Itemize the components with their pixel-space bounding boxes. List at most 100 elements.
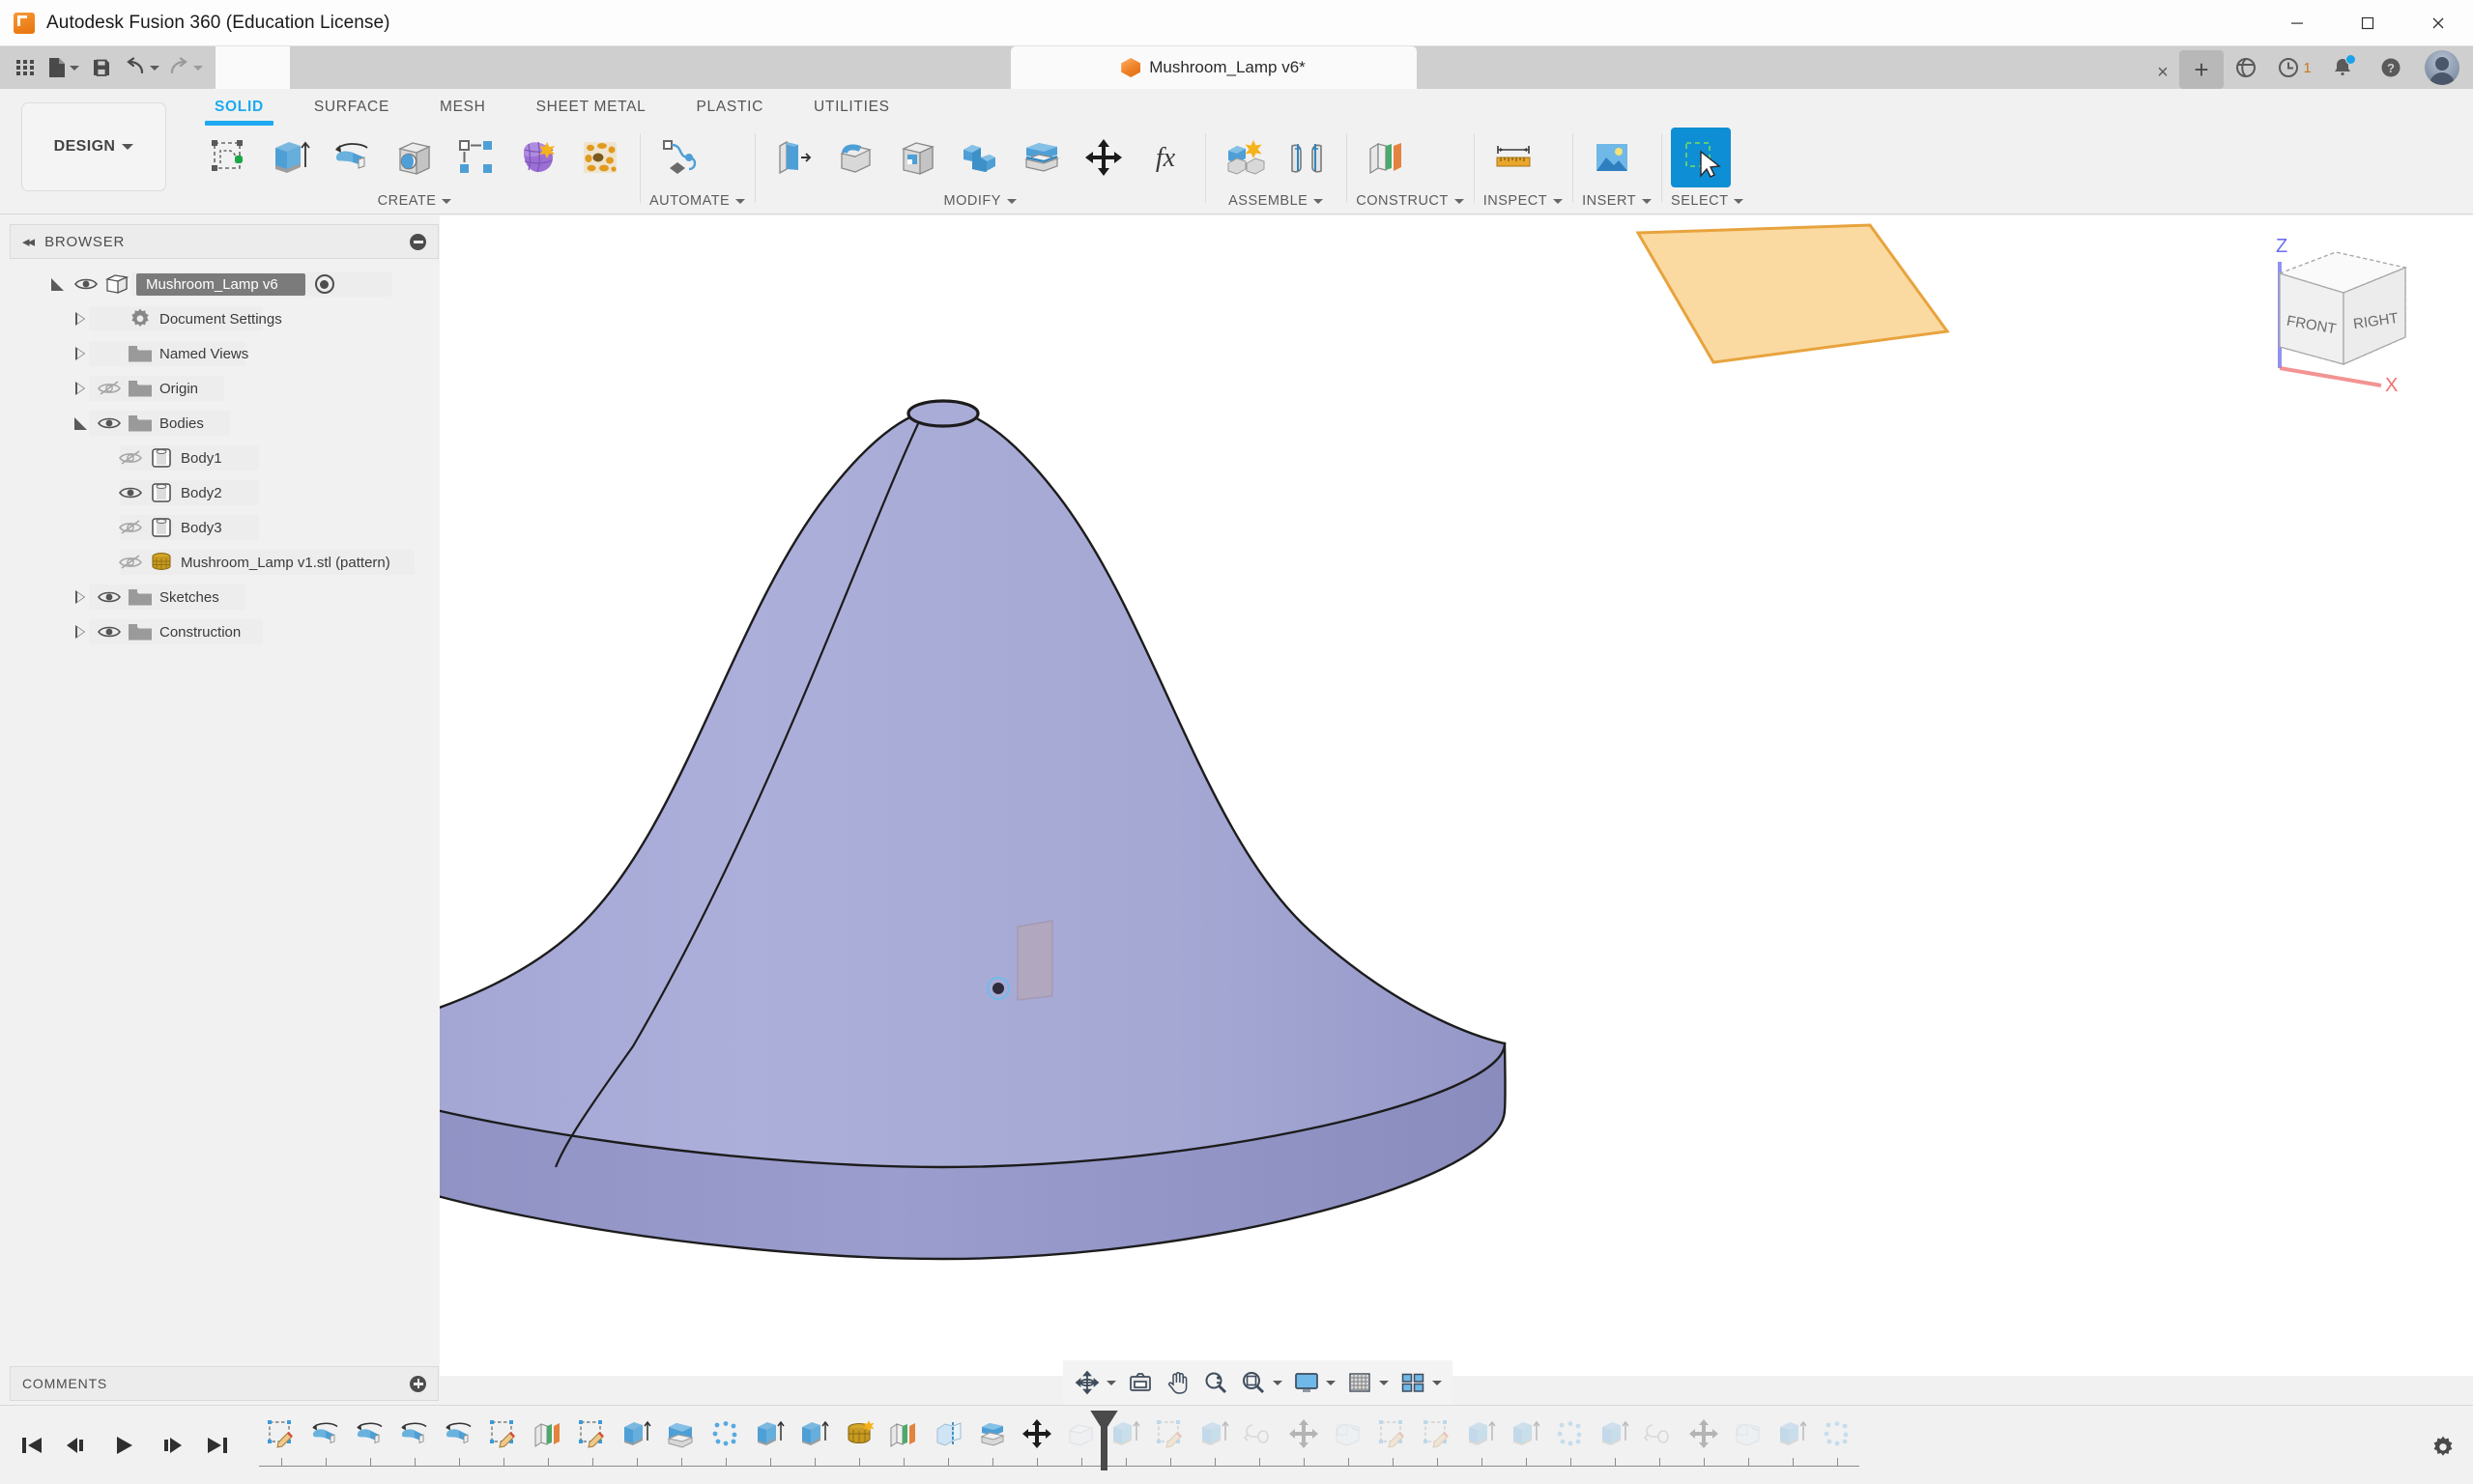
tab-close-button[interactable]: × [2146,56,2179,89]
workspace-selector[interactable]: DESIGN [21,102,166,191]
timeline-feature[interactable] [392,1411,437,1463]
job-status-icon[interactable]: 1 [2272,48,2316,87]
go-to-beginning-button[interactable] [14,1424,50,1467]
ribbon-group-create-label[interactable]: CREATE [199,189,630,213]
visibility-eye-hidden-icon[interactable] [93,371,126,406]
zoom-button[interactable] [1197,1363,1234,1402]
timeline-feature[interactable] [881,1411,926,1463]
document-tab[interactable]: Mushroom_Lamp v6* [1011,46,1417,89]
timeline-feature[interactable] [1637,1411,1682,1463]
extensions-icon[interactable] [2224,48,2268,87]
timeline-feature[interactable] [1415,1411,1459,1463]
expander-closed-icon[interactable] [68,614,93,649]
collapse-panel-icon[interactable]: ◂◂ [22,233,33,250]
comments-panel[interactable]: COMMENTS [10,1366,439,1401]
tab-surface[interactable]: SURFACE [289,89,415,126]
automate-icon[interactable] [649,128,709,187]
tab-mesh[interactable]: MESH [415,89,511,126]
timeline-feature[interactable] [437,1411,481,1463]
expander-closed-icon[interactable] [68,336,93,371]
timeline-feature[interactable] [837,1411,881,1463]
timeline-feature[interactable] [659,1411,704,1463]
extrude-icon[interactable] [261,128,321,187]
timeline-feature[interactable] [748,1411,792,1463]
account-avatar[interactable] [2425,50,2459,85]
browser-minimize-icon[interactable] [410,234,426,250]
play-button[interactable] [106,1424,143,1467]
add-comment-icon[interactable] [410,1376,426,1392]
tree-item-body1[interactable]: Body1 [10,441,439,475]
hole-icon[interactable] [385,128,445,187]
measure-icon[interactable] [1483,128,1543,187]
timeline-feature[interactable] [1815,1411,1859,1463]
visibility-eye-icon[interactable] [93,406,126,441]
timeline-feature[interactable] [303,1411,348,1463]
visibility-eye-icon[interactable] [93,614,126,649]
timeline-feature[interactable] [1237,1411,1281,1463]
ribbon-group-insert-label[interactable]: INSERT [1582,189,1652,213]
timeline-feature[interactable] [348,1411,392,1463]
select-cursor-icon[interactable] [1671,128,1731,187]
timeline-feature[interactable] [526,1411,570,1463]
app-grid-button[interactable] [8,50,43,85]
timeline-feature[interactable] [1326,1411,1370,1463]
combine-icon[interactable] [950,128,1010,187]
timeline-feature[interactable] [615,1411,659,1463]
new-tab-button[interactable]: + [2179,50,2224,89]
ribbon-group-select-label[interactable]: SELECT [1671,189,1743,213]
insert-image-icon[interactable] [1582,128,1642,187]
3d-viewport[interactable]: Z X FRONT RIGHT [440,215,2473,1376]
file-button[interactable] [44,50,82,85]
tab-solid[interactable]: SOLID [189,89,289,126]
ribbon-group-modify-label[interactable]: MODIFY [764,189,1195,213]
form-icon[interactable] [508,128,568,187]
fit-button[interactable] [1235,1363,1287,1402]
revolve-icon[interactable] [323,128,383,187]
timeline-feature[interactable] [792,1411,837,1463]
timeline-feature[interactable] [926,1411,970,1463]
timeline-marker[interactable] [1101,1411,1107,1470]
timeline-feature[interactable] [1193,1411,1237,1463]
orbit-button[interactable] [1069,1363,1121,1402]
expander-closed-icon[interactable] [68,371,93,406]
tree-item-body3[interactable]: Body3 [10,510,439,545]
tree-item-named-views[interactable]: Named Views [10,336,439,371]
viewports-button[interactable] [1395,1363,1447,1402]
tree-item-sketches[interactable]: Sketches [10,580,439,614]
change-parameters-icon[interactable]: fx [1136,128,1195,187]
tree-item-bodies[interactable]: Bodies [10,406,439,441]
notifications-icon[interactable] [2320,48,2365,87]
ribbon-group-assemble-label[interactable]: ASSEMBLE [1215,189,1337,213]
save-button[interactable] [84,50,119,85]
ribbon-group-construct-label[interactable]: CONSTRUCT [1356,189,1464,213]
minimize-button[interactable] [2261,0,2332,46]
create-sketch-icon[interactable] [199,128,259,187]
undo-button[interactable] [121,50,162,85]
activate-component-radio[interactable] [315,274,334,294]
step-forward-button[interactable] [153,1424,189,1467]
generative-design-icon[interactable] [570,128,630,187]
expander-closed-icon[interactable] [68,301,93,336]
go-to-end-button[interactable] [199,1424,236,1467]
visibility-eye-icon[interactable] [93,580,126,614]
tab-sheet-metal[interactable]: SHEET METAL [511,89,672,126]
tree-item-construction[interactable]: Construction [10,614,439,649]
tree-item-root[interactable]: Mushroom_Lamp v6 [10,267,439,301]
timeline-feature[interactable] [1015,1411,1059,1463]
view-cube[interactable]: Z X FRONT RIGHT [2251,225,2434,399]
timeline-track[interactable] [259,1411,2473,1480]
visibility-eye-hidden-icon[interactable] [114,441,147,475]
move-copy-icon[interactable] [1074,128,1134,187]
pattern-icon[interactable] [446,128,506,187]
fillet-icon[interactable] [826,128,886,187]
timeline-feature[interactable] [1593,1411,1637,1463]
close-button[interactable] [2402,0,2473,46]
visibility-eye-icon[interactable] [114,475,147,510]
ribbon-group-automate-label[interactable]: AUTOMATE [649,189,745,213]
display-settings-button[interactable] [1288,1363,1340,1402]
visibility-eye-hidden-icon[interactable] [114,545,147,580]
timeline-feature[interactable] [1459,1411,1504,1463]
timeline-feature[interactable] [1148,1411,1193,1463]
timeline-feature[interactable] [481,1411,526,1463]
timeline-feature[interactable] [704,1411,748,1463]
